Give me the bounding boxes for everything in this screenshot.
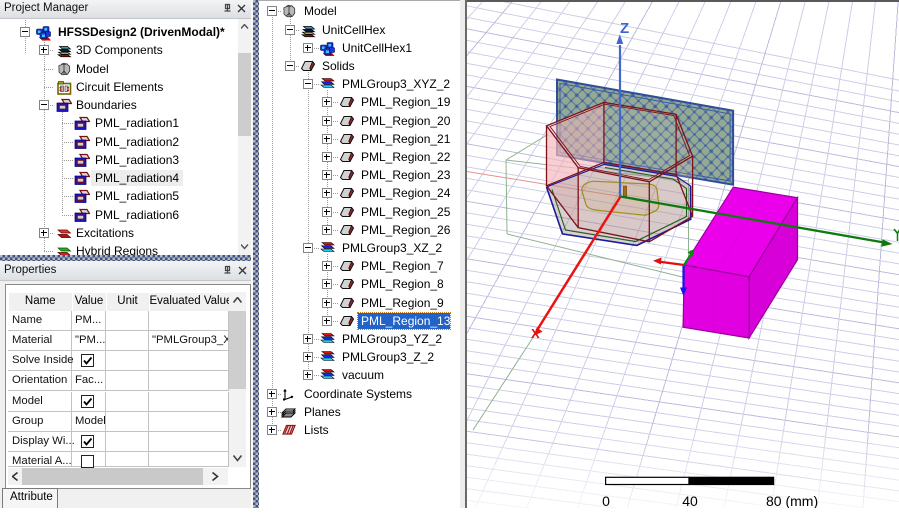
svg-text:80 (mm): 80 (mm) bbox=[766, 493, 818, 508]
svg-text:0: 0 bbox=[602, 493, 610, 508]
svg-text:40: 40 bbox=[682, 493, 698, 508]
svg-text:Z: Z bbox=[620, 20, 629, 37]
svg-text:X: X bbox=[531, 326, 540, 341]
